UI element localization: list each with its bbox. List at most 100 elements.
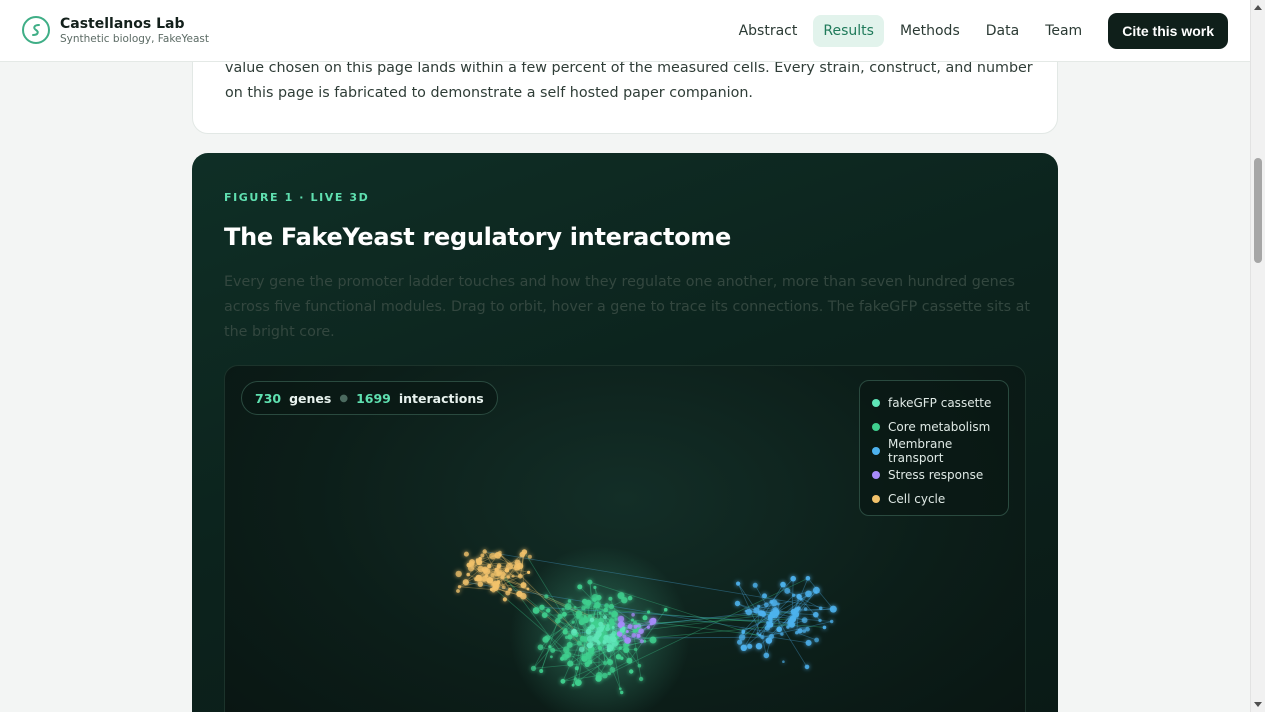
gene-node[interactable] [489, 588, 493, 591]
gene-node[interactable] [762, 593, 767, 599]
gene-node[interactable] [796, 593, 802, 600]
gene-node[interactable] [636, 633, 641, 638]
gene-node[interactable] [573, 605, 577, 609]
gene-node[interactable] [455, 570, 462, 578]
gene-node[interactable] [639, 639, 644, 644]
gene-node[interactable] [517, 573, 523, 579]
gene-node[interactable] [608, 596, 613, 601]
gene-node[interactable] [567, 634, 573, 640]
gene-node[interactable] [763, 602, 769, 608]
gene-node[interactable] [562, 629, 568, 635]
gene-node[interactable] [663, 607, 668, 612]
scroll-thumb[interactable] [1254, 158, 1262, 263]
gene-node[interactable] [482, 549, 487, 554]
gene-node[interactable] [589, 617, 595, 623]
gene-node[interactable] [521, 549, 528, 555]
gene-node[interactable] [609, 633, 616, 640]
gene-node[interactable] [803, 607, 808, 611]
scroll-down-arrow-icon[interactable] [1254, 702, 1262, 707]
gene-node[interactable] [784, 587, 791, 594]
gene-node[interactable] [782, 660, 785, 663]
gene-node[interactable] [650, 617, 657, 624]
gene-node[interactable] [496, 565, 501, 569]
gene-node[interactable] [650, 622, 653, 626]
gene-node[interactable] [539, 669, 544, 673]
gene-node[interactable] [567, 660, 574, 667]
gene-node[interactable] [485, 574, 489, 578]
gene-node[interactable] [588, 641, 594, 647]
gene-node[interactable] [466, 562, 472, 568]
gene-node[interactable] [603, 607, 608, 613]
gene-node[interactable] [627, 595, 633, 601]
gene-node[interactable] [638, 628, 644, 634]
gene-node[interactable] [801, 617, 808, 624]
gene-node[interactable] [487, 564, 492, 569]
gene-node[interactable] [480, 553, 485, 558]
gene-node[interactable] [608, 603, 614, 610]
gene-node[interactable] [550, 655, 553, 659]
gene-node[interactable] [502, 597, 507, 602]
gene-node[interactable] [813, 611, 819, 618]
gene-node[interactable] [602, 640, 607, 645]
gene-node[interactable] [606, 624, 610, 628]
gene-node[interactable] [506, 575, 510, 579]
gene-node[interactable] [609, 666, 616, 673]
nav-team[interactable]: Team [1035, 15, 1092, 47]
scroll-up-arrow-icon[interactable] [1254, 5, 1262, 10]
gene-node[interactable] [795, 631, 799, 635]
gene-node[interactable] [814, 637, 819, 643]
gene-node[interactable] [747, 643, 753, 649]
gene-node[interactable] [745, 608, 752, 616]
gene-node[interactable] [579, 646, 585, 653]
gene-node[interactable] [637, 624, 641, 628]
gene-node[interactable] [780, 581, 786, 588]
gene-node[interactable] [633, 647, 638, 652]
gene-node[interactable] [756, 632, 759, 635]
gene-node[interactable] [829, 605, 837, 613]
gene-node[interactable] [567, 599, 572, 603]
gene-node[interactable] [737, 639, 743, 645]
gene-node[interactable] [738, 634, 746, 641]
gene-node[interactable] [565, 635, 569, 639]
gene-node[interactable] [647, 610, 651, 614]
gene-node[interactable] [514, 559, 521, 566]
gene-node[interactable] [604, 603, 609, 609]
gene-node[interactable] [603, 615, 607, 620]
gene-node[interactable] [763, 652, 770, 659]
gene-node[interactable] [760, 635, 765, 640]
gene-node[interactable] [486, 577, 494, 584]
gene-node[interactable] [755, 643, 763, 650]
gene-node[interactable] [780, 632, 784, 636]
gene-node[interactable] [592, 597, 597, 602]
gene-node[interactable] [752, 582, 758, 588]
gene-node[interactable] [527, 570, 531, 574]
gene-node[interactable] [466, 572, 470, 577]
gene-node[interactable] [541, 612, 548, 618]
gene-node[interactable] [633, 624, 638, 629]
gene-node[interactable] [508, 587, 512, 592]
gene-node[interactable] [617, 615, 625, 623]
gene-node[interactable] [511, 574, 515, 578]
gene-node[interactable] [516, 590, 523, 597]
gene-node[interactable] [791, 593, 796, 597]
gene-node[interactable] [631, 613, 635, 617]
gene-node[interactable] [768, 633, 775, 639]
gene-node[interactable] [498, 550, 502, 555]
gene-node[interactable] [818, 606, 823, 611]
gene-node[interactable] [597, 641, 601, 645]
gene-node[interactable] [603, 661, 608, 666]
page-scrollbar[interactable] [1250, 0, 1265, 712]
gene-node[interactable] [604, 631, 608, 635]
gene-node[interactable] [796, 606, 801, 611]
gene-node[interactable] [767, 621, 774, 628]
gene-node[interactable] [527, 554, 532, 559]
gene-node[interactable] [557, 613, 563, 620]
gene-node[interactable] [592, 635, 599, 642]
gene-node[interactable] [734, 600, 741, 607]
gene-node[interactable] [544, 594, 549, 599]
gene-node[interactable] [622, 634, 627, 639]
gene-node[interactable] [526, 587, 530, 591]
gene-node[interactable] [570, 629, 578, 636]
gene-node[interactable] [530, 665, 537, 671]
gene-node[interactable] [589, 624, 595, 630]
